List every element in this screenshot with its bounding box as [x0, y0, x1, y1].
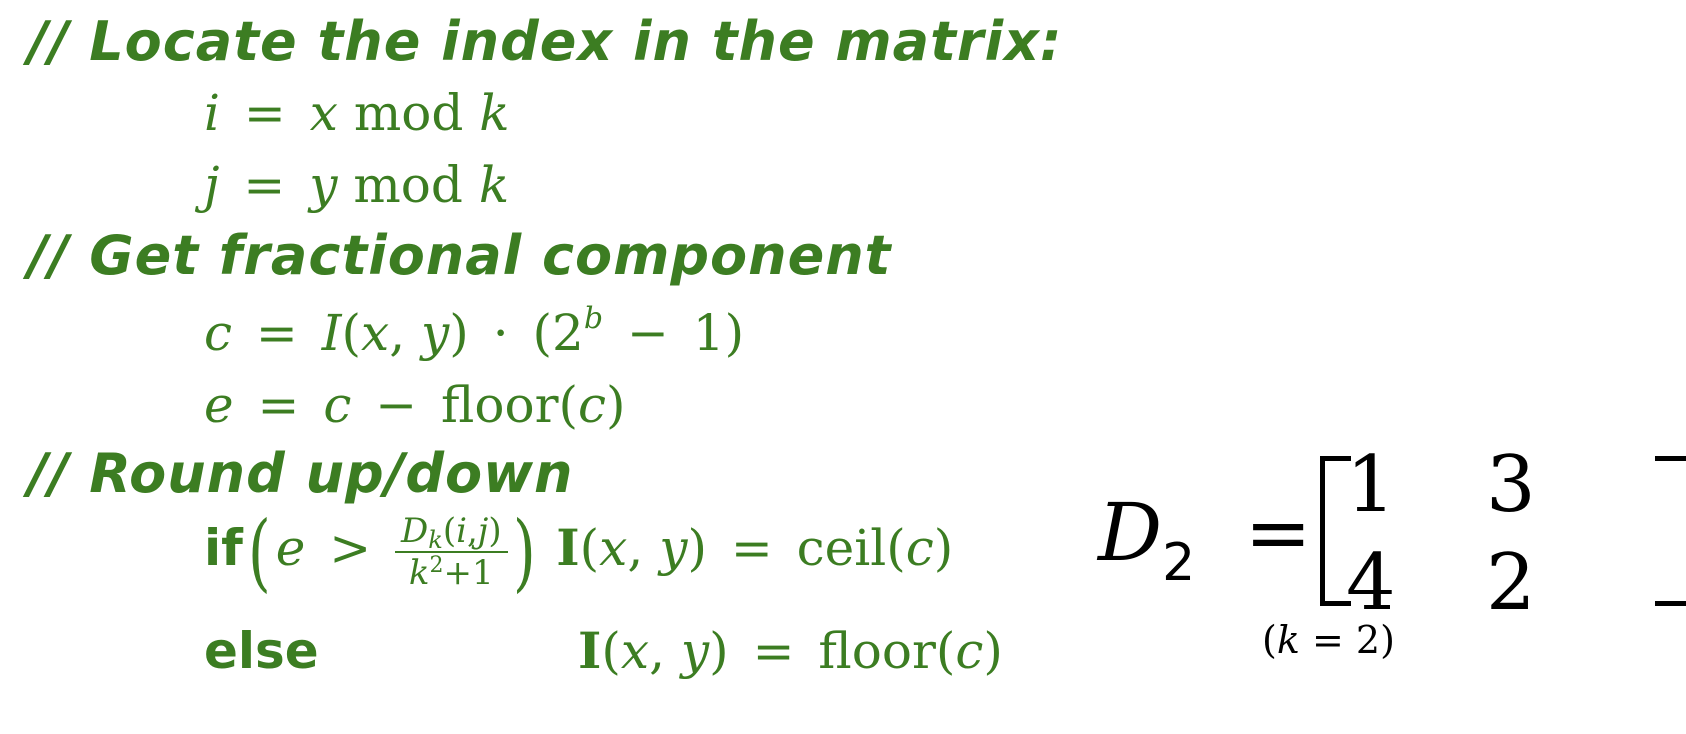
var-k: k [478, 156, 510, 214]
var-x: x [620, 622, 650, 680]
open-paren: ( [886, 519, 906, 577]
greater-than-sign: > [329, 519, 372, 577]
var-y: y [421, 304, 450, 362]
right-bracket [1655, 456, 1686, 606]
minus-sign: − [375, 376, 418, 434]
matrix-subscript: 2 [1162, 533, 1196, 593]
equals-sign: = [243, 84, 286, 142]
var-d: D [401, 511, 429, 551]
var-image-bold: I [556, 518, 580, 577]
comma: , [389, 304, 406, 362]
var-y: y [309, 156, 338, 214]
comma: , [466, 511, 478, 551]
equation-c: c = I(x, y) · (2b − 1) [204, 304, 744, 359]
dot-operator: · [492, 304, 509, 362]
equals-sign: = [243, 156, 286, 214]
open-paren: ( [558, 376, 579, 434]
matrix-cell-r2c1: 4 [1346, 538, 1396, 628]
matrix-cell-r2c2: 2 [1486, 538, 1536, 628]
comma: , [649, 622, 666, 680]
var-c: c [955, 622, 984, 680]
number-one: 1 [692, 304, 725, 362]
var-y: y [659, 519, 688, 577]
else-keyword: else [204, 622, 319, 680]
floor-function: floor [441, 376, 559, 434]
open-paren: ( [1262, 618, 1277, 662]
var-y: y [680, 622, 710, 680]
close-paren: ) [983, 622, 1003, 680]
var-c: c [905, 519, 934, 577]
var-j: j [204, 156, 220, 214]
matrix-size-label: (k = 2) [1262, 618, 1395, 662]
var-k: k [408, 553, 430, 593]
var-k: k [479, 84, 510, 142]
floor-function: floor [818, 622, 936, 680]
open-paren: ( [247, 503, 271, 601]
slide: // Locate the index in the matrix: i = x… [0, 0, 1686, 734]
close-paren: ) [687, 519, 707, 577]
open-paren: ( [442, 511, 457, 551]
var-e: e [275, 519, 306, 577]
subscript-k: k [428, 526, 443, 554]
close-paren: ) [488, 511, 502, 551]
equation-j: j = y mod k [204, 160, 509, 210]
equals-sign: = [752, 622, 795, 680]
var-c: c [578, 376, 607, 434]
var-i: i [204, 84, 220, 142]
equation-else-keyword: else [204, 626, 319, 676]
fraction-denominator: k2+1 [395, 553, 508, 593]
open-paren: ( [532, 304, 553, 362]
plus-one: +1 [443, 553, 494, 593]
var-x: x [361, 304, 390, 362]
comma: , [627, 519, 644, 577]
equals-sign: = [1244, 486, 1312, 579]
minus-sign: − [626, 304, 669, 362]
size-value: = 2 [1311, 618, 1381, 662]
comment-round: // Round up/down [28, 442, 574, 505]
equals-sign: = [257, 376, 300, 434]
equation-i: i = x mod k [204, 88, 510, 138]
close-paren: ) [449, 304, 469, 362]
close-paren: ) [512, 503, 536, 601]
equation-e: e = c − floor(c) [204, 380, 626, 430]
equation-else: I(x, y) = floor(c) [578, 626, 1003, 677]
var-i: i [456, 511, 467, 551]
open-paren: ( [341, 304, 362, 362]
number-two: 2 [552, 304, 584, 362]
var-image: I [321, 304, 342, 362]
open-paren: ( [601, 622, 621, 680]
comment-fractional: // Get fractional component [28, 224, 892, 287]
mod-operator: mod [353, 156, 463, 214]
matrix-cell-r1c1: 1 [1346, 440, 1396, 530]
exponent-b: b [583, 301, 604, 336]
var-e: e [204, 376, 234, 434]
var-d: D [1098, 486, 1163, 579]
var-c: c [204, 304, 233, 362]
var-image-bold: I [578, 621, 602, 680]
threshold-fraction: Dk(i,j) k2+1 [395, 514, 508, 590]
equals-sign: = [255, 304, 298, 362]
equals-sign: = [730, 519, 773, 577]
var-j: j [477, 511, 489, 551]
var-c: c [323, 376, 352, 434]
close-paren: ) [606, 376, 626, 434]
close-paren: ) [933, 519, 954, 577]
var-x: x [309, 84, 338, 142]
matrix-cell-r1c2: 3 [1486, 440, 1536, 530]
var-x: x [599, 519, 628, 577]
mod-operator: mod [353, 84, 464, 142]
open-paren: ( [935, 622, 956, 680]
ceil-function: ceil [796, 519, 887, 577]
close-paren: ) [709, 622, 729, 680]
var-k: k [1276, 618, 1300, 662]
close-paren: ) [1380, 618, 1395, 662]
fraction-numerator: Dk(i,j) [395, 514, 508, 553]
close-paren: ) [724, 304, 745, 362]
if-keyword: if [204, 519, 243, 577]
matrix-name: D2 = [1098, 486, 1312, 593]
open-paren: ( [579, 519, 600, 577]
exponent-two: 2 [429, 553, 444, 578]
comment-locate: // Locate the index in the matrix: [28, 10, 1063, 73]
equation-if: if(e > Dk(i,j) k2+1 ) I(x, y) = ceil(c) [204, 510, 953, 594]
